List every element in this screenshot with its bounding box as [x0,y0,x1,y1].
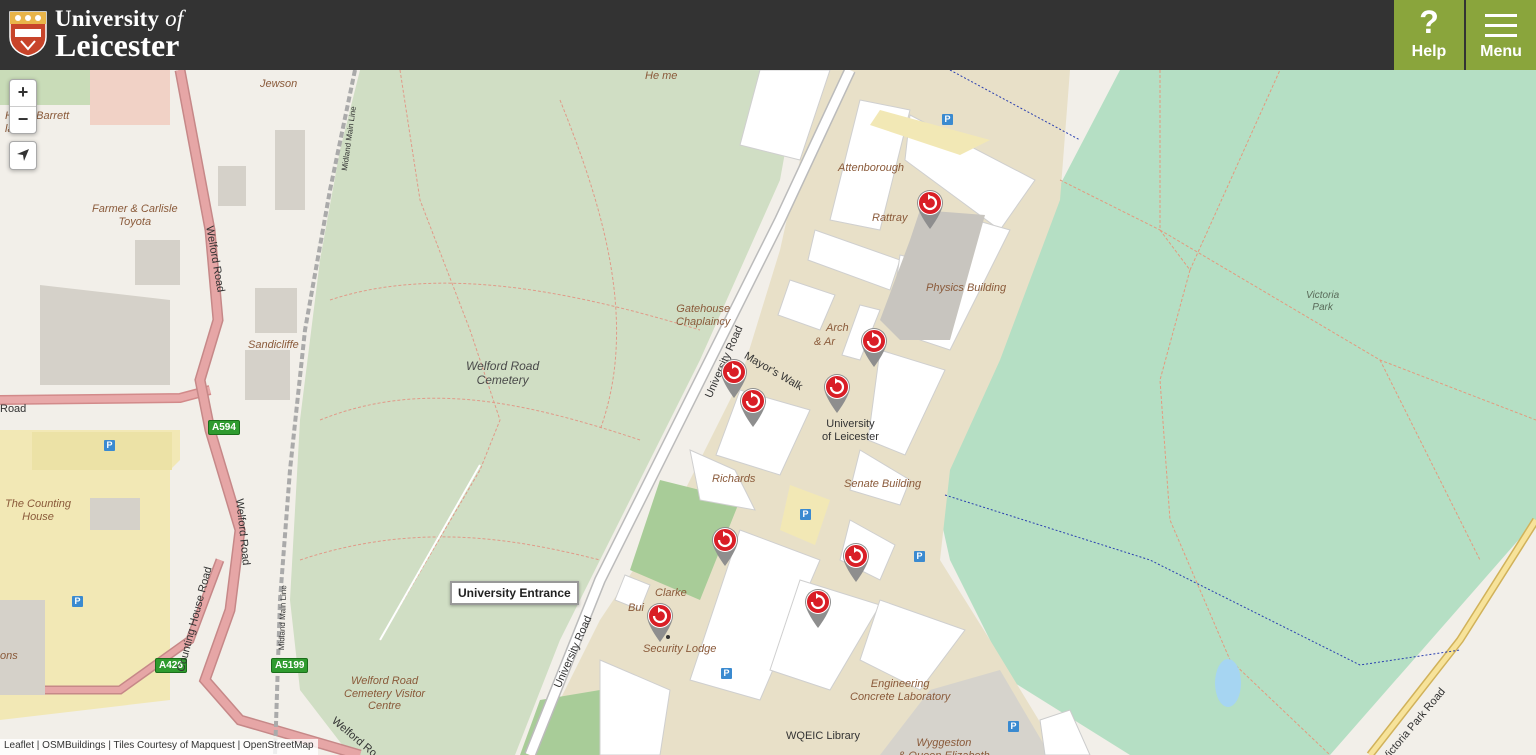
map-label-bui: Bui [628,602,644,614]
university-logo[interactable]: University of Leicester [9,7,183,63]
location-marker-icon[interactable] [822,372,852,414]
map-label-gatehouse: Gatehouse Chaplaincy [676,303,731,328]
parking-icon: P [942,114,953,125]
map-label-road: Road [0,403,27,415]
question-mark-icon: ? [1419,4,1439,40]
map-label-he: He me [645,70,678,82]
map-label-wyggeston: Wyggeston & Queen Elizabeth [898,737,990,755]
map-label-arch2: & Ar [814,336,835,348]
parking-icon: P [914,551,925,562]
location-marker-icon[interactable] [841,541,871,583]
location-marker-icon[interactable] [645,601,675,643]
hamburger-icon [1485,14,1517,44]
help-label: Help [1411,43,1447,60]
map-label-richards: Richards [712,473,756,485]
entrance-point [666,635,670,639]
map-label-wqeic: WQEIC Library [786,730,860,742]
menu-button[interactable]: Menu [1466,0,1536,70]
map-label-rattray: Rattray [872,212,908,224]
campus-map[interactable]: A594 A426 A5199 P P P P P P P Jewson Hor… [0,70,1536,755]
map-label-farmer: Farmer & Carlisle Toyota [92,203,178,228]
logo-line2: Leicester [55,27,180,63]
map-label-cemetery-visitor: Welford Road Cemetery Visitor Centre [344,675,426,713]
map-label-counting-house: The Counting House [5,498,72,523]
locate-arrow-icon [17,149,29,161]
map-label-jewson: Jewson [260,78,298,90]
zoom-control: + − [9,79,37,134]
location-marker-icon[interactable] [803,587,833,629]
location-marker-icon[interactable] [738,386,768,428]
parking-icon: P [721,668,732,679]
parking-icon: P [104,440,115,451]
menu-label: Menu [1480,43,1522,60]
road-shield-a5199: A5199 [271,658,309,673]
zoom-out-button[interactable]: − [10,107,36,133]
map-label-victoria-park: Victoria Park [1306,290,1340,313]
help-button[interactable]: ? Help [1394,0,1464,70]
locate-button[interactable] [9,141,37,170]
map-label-clarke: Clarke [655,587,687,599]
map-tiles [0,70,1536,755]
app-header: University of Leicester ? Help Menu [0,0,1536,70]
road-shield-a594: A594 [208,420,240,435]
map-label-uol: University of Leicester [822,418,879,443]
map-label-cemetery: Welford Road Cemetery [466,359,540,387]
map-label-senate: Senate Building [844,478,922,490]
location-marker-icon[interactable] [859,326,889,368]
parking-icon: P [1008,721,1019,732]
crest-icon [9,11,47,57]
parking-icon: P [800,509,811,520]
location-marker-icon[interactable] [710,525,740,567]
map-label-ons: ons [0,650,18,662]
map-attribution[interactable]: Leaflet | OSMBuildings | Tiles Courtesy … [0,739,318,755]
map-label-attenborough: Attenborough [838,162,905,174]
zoom-in-button[interactable]: + [10,80,36,107]
map-label-physics: Physics Building [926,282,1007,294]
map-label-arch: Arch [826,322,849,334]
map-label-security-lodge: Security Lodge [643,643,717,655]
university-entrance-tooltip: University Entrance [450,581,579,605]
map-label-engineering: Engineering Concrete Laboratory [850,678,951,703]
location-marker-icon[interactable] [915,188,945,230]
parking-icon: P [72,596,83,607]
map-label-sandicliffe: Sandicliffe [248,339,299,351]
